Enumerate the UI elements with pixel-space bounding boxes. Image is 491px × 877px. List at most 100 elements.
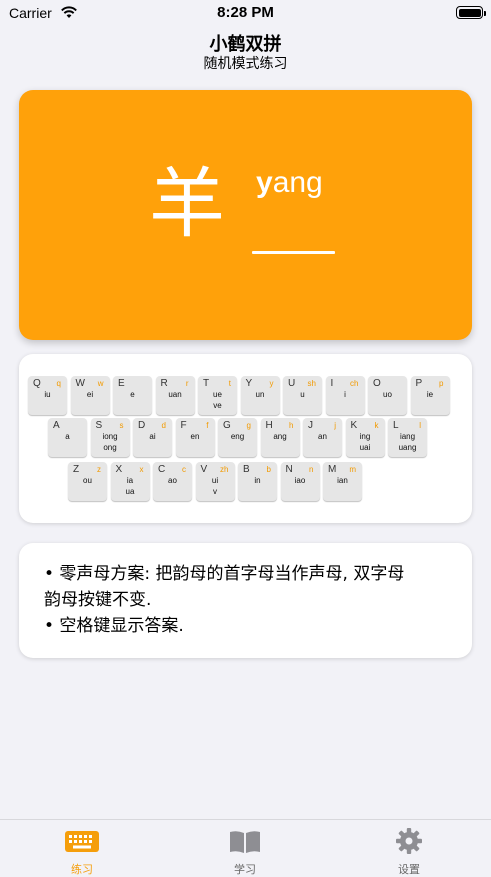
instruction-line: • 零声母方案: 把韵母的首字母当作声母, 双字母 bbox=[44, 564, 405, 584]
keyboard-layout-card: Qq iu Ww ei Ee Rr uan Tt ue ve Yy un Ush u Ich i Ouo Pp ie… bbox=[19, 354, 472, 523]
key-initial: y bbox=[269, 379, 274, 388]
key-letter: M bbox=[328, 464, 337, 475]
key-final: uai bbox=[359, 443, 371, 452]
key-finals: ou bbox=[68, 475, 107, 486]
key-initial: x bbox=[139, 465, 144, 474]
key-u[interactable]: Ush u bbox=[283, 376, 322, 415]
tab-settings[interactable]: 设置 bbox=[349, 820, 469, 877]
tab-practice-label: 练习 bbox=[71, 863, 93, 876]
key-finals: ie bbox=[411, 389, 450, 400]
key-letter: E bbox=[118, 378, 125, 389]
key-b[interactable]: Bb in bbox=[238, 462, 277, 501]
key-final: eng bbox=[230, 432, 245, 441]
key-final: i bbox=[344, 390, 346, 399]
key-s[interactable]: Ss iong ong bbox=[90, 418, 130, 457]
key-final: ou bbox=[83, 476, 92, 485]
key-g[interactable]: Gg eng bbox=[218, 418, 257, 457]
key-initial: r bbox=[185, 379, 189, 388]
key-final: ao bbox=[168, 476, 177, 485]
key-final: uan bbox=[168, 390, 182, 399]
key-initial: q bbox=[56, 379, 61, 388]
pinyin-hint: yang bbox=[256, 168, 323, 198]
key-finals: ei bbox=[71, 389, 110, 400]
tab-practice[interactable]: 练习 bbox=[22, 820, 142, 877]
key-w[interactable]: Ww ei bbox=[70, 376, 110, 415]
key-final: in bbox=[254, 476, 261, 485]
key-t[interactable]: Tt ue ve bbox=[198, 376, 237, 415]
instructions-card: • 零声母方案: 把韵母的首字母当作声母, 双字母 韵母按键不变. • 空格键显… bbox=[19, 543, 472, 658]
key-letter: F bbox=[180, 420, 187, 431]
key-m[interactable]: Mm ian bbox=[323, 462, 362, 501]
book-icon bbox=[230, 831, 260, 853]
key-finals: iong ong bbox=[91, 431, 130, 453]
key-final: uo bbox=[383, 390, 392, 399]
key-final: ua bbox=[125, 487, 135, 496]
tab-bar: 练习 学习 设置 bbox=[0, 819, 491, 877]
key-letter: Z bbox=[73, 464, 80, 475]
target-character: 羊 bbox=[149, 159, 225, 248]
key-letter: J bbox=[308, 420, 313, 431]
key-final: an bbox=[318, 432, 327, 441]
key-finals: ing uai bbox=[346, 431, 385, 453]
key-l[interactable]: Ll iang uang bbox=[388, 418, 427, 457]
key-x[interactable]: Xx ia ua bbox=[110, 462, 150, 501]
key-letter: D bbox=[138, 420, 146, 431]
key-finals: ue ve bbox=[198, 389, 237, 411]
key-r[interactable]: Rr uan bbox=[155, 376, 195, 415]
key-finals: ang bbox=[261, 431, 300, 442]
key-z[interactable]: Zz ou bbox=[68, 462, 107, 501]
key-final: e bbox=[130, 390, 135, 399]
instruction-line: • 空格键显示答案. bbox=[44, 616, 184, 636]
key-final: iu bbox=[44, 390, 51, 399]
key-p[interactable]: Pp ie bbox=[410, 376, 450, 415]
key-h[interactable]: Hh ang bbox=[260, 418, 300, 457]
key-letter: O bbox=[373, 378, 381, 389]
key-letter: H bbox=[265, 420, 273, 431]
key-d[interactable]: Dd ai bbox=[133, 418, 172, 457]
key-letter: T bbox=[203, 378, 210, 389]
key-o[interactable]: Ouo bbox=[368, 376, 407, 415]
key-finals: ui v bbox=[196, 475, 235, 497]
key-finals: u bbox=[283, 389, 322, 400]
tab-learn-label: 学习 bbox=[234, 863, 256, 876]
answer-input-line[interactable] bbox=[252, 251, 335, 254]
key-final: iao bbox=[294, 476, 306, 485]
key-final: ian bbox=[337, 476, 348, 485]
key-initial: t bbox=[228, 379, 231, 388]
tab-learn[interactable]: 学习 bbox=[185, 820, 305, 877]
practice-card[interactable]: 羊 yang bbox=[19, 90, 472, 340]
key-finals: iu bbox=[28, 389, 67, 400]
key-finals: a bbox=[48, 431, 87, 442]
key-a[interactable]: Aa bbox=[48, 418, 87, 457]
key-initial: z bbox=[97, 465, 101, 474]
key-final: iang bbox=[399, 432, 416, 441]
key-j[interactable]: Jj an bbox=[303, 418, 342, 457]
key-final: ui bbox=[211, 476, 219, 485]
key-finals: iang uang bbox=[388, 431, 427, 453]
key-letter: C bbox=[158, 464, 166, 475]
key-initial: l bbox=[419, 421, 421, 430]
key-letter: P bbox=[415, 378, 423, 389]
key-initial: sh bbox=[307, 379, 316, 388]
key-letter: L bbox=[393, 420, 399, 431]
key-letter: X bbox=[115, 464, 123, 475]
key-final: ie bbox=[426, 390, 434, 399]
key-i[interactable]: Ich i bbox=[325, 376, 365, 415]
tab-settings-label: 设置 bbox=[398, 863, 420, 876]
key-c[interactable]: Cc ao bbox=[153, 462, 192, 501]
key-initial: k bbox=[374, 421, 379, 430]
key-final: ang bbox=[273, 432, 287, 441]
key-final: iong bbox=[102, 432, 118, 441]
key-v[interactable]: Vzh ui v bbox=[195, 462, 235, 501]
key-letter: W bbox=[75, 378, 85, 389]
key-letter: V bbox=[200, 464, 208, 475]
key-q[interactable]: Qq iu bbox=[28, 376, 67, 415]
key-finals: ai bbox=[133, 431, 172, 442]
key-f[interactable]: Ff en bbox=[175, 418, 215, 457]
key-finals: iao bbox=[281, 475, 320, 486]
key-y[interactable]: Yy un bbox=[240, 376, 280, 415]
key-e[interactable]: Ee bbox=[113, 376, 152, 415]
key-n[interactable]: Nn iao bbox=[280, 462, 320, 501]
key-finals: in bbox=[238, 475, 277, 486]
key-k[interactable]: Kk ing uai bbox=[345, 418, 385, 457]
